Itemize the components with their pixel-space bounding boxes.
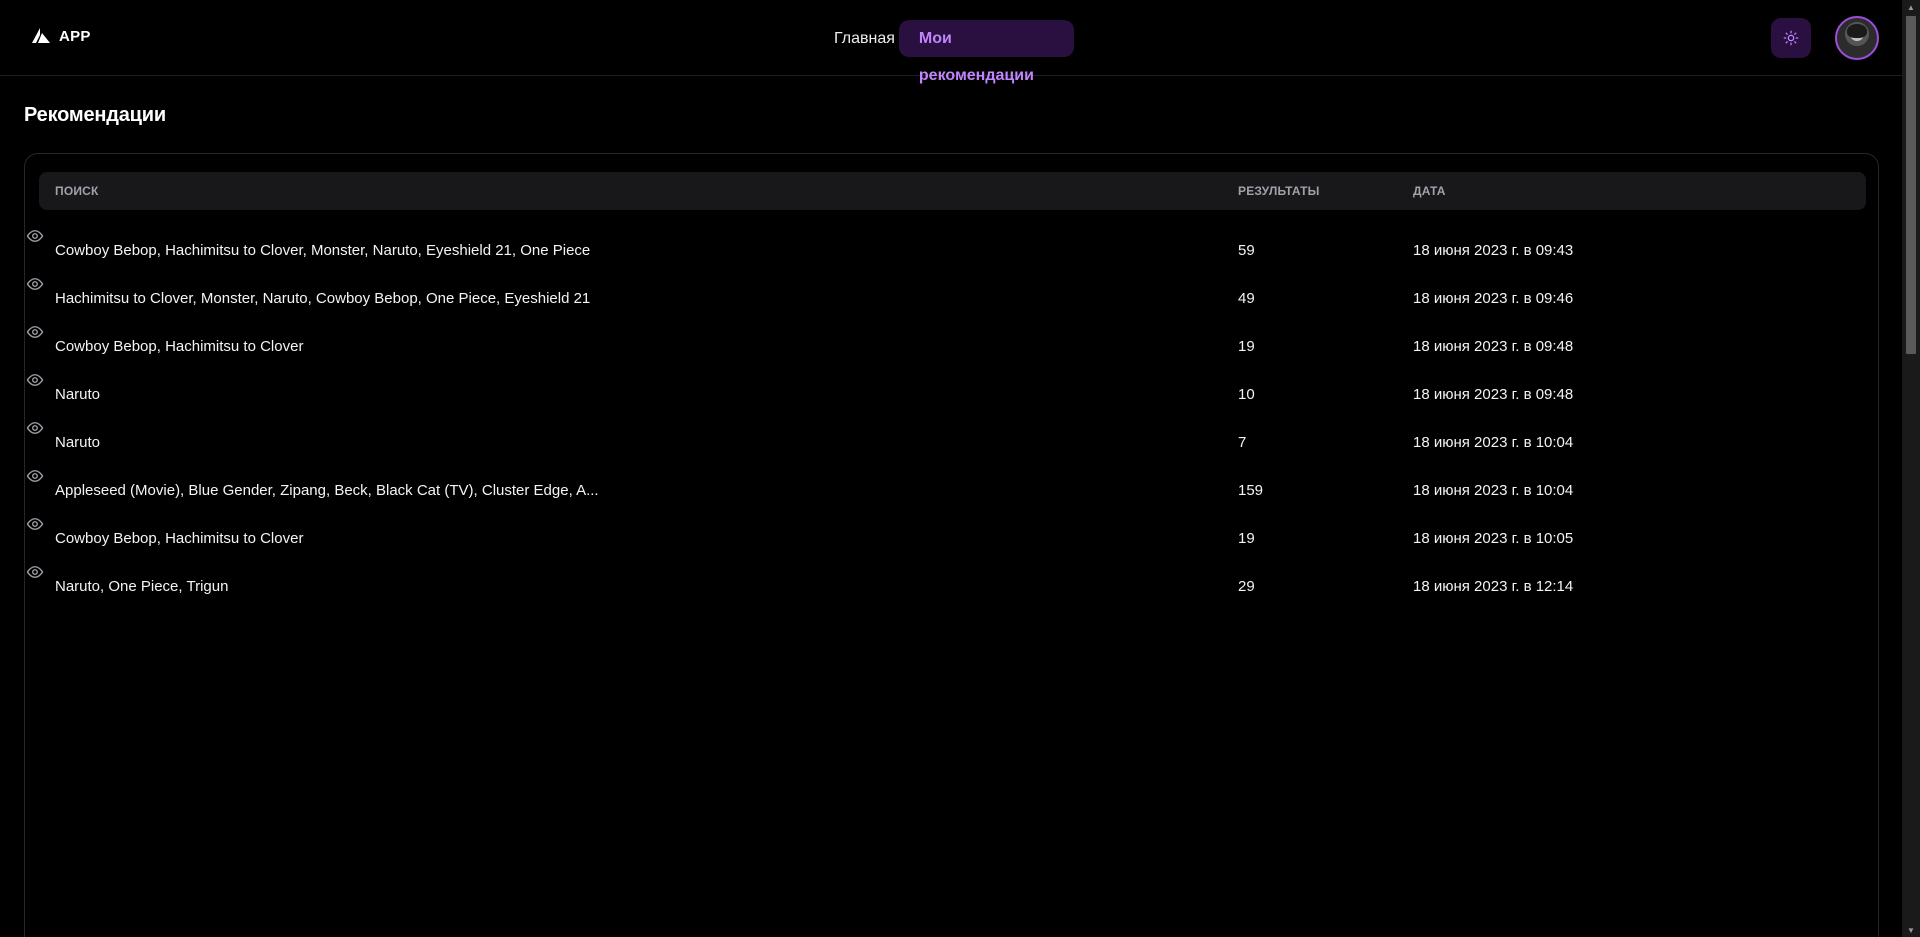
search-cell: Appleseed (Movie), Blue Gender, Zipang, …: [55, 482, 599, 499]
eye-icon[interactable]: [25, 467, 45, 485]
date-cell: 18 июня 2023 г. в 09:48: [1413, 338, 1574, 355]
table-row: Cowboy Bebop, Hachimitsu to Clover 19 18…: [25, 515, 1878, 563]
table-body: Cowboy Bebop, Hachimitsu to Clover, Mons…: [25, 227, 1878, 611]
column-header-search: ПОИСК: [55, 184, 99, 198]
eye-icon[interactable]: [25, 419, 45, 437]
search-cell: Cowboy Bebop, Hachimitsu to Clover, Mons…: [55, 242, 591, 259]
brand-name: APP: [59, 27, 91, 45]
search-cell: Hachimitsu to Clover, Monster, Naruto, C…: [55, 290, 591, 307]
date-cell: 18 июня 2023 г. в 10:05: [1413, 530, 1574, 547]
eye-icon[interactable]: [25, 227, 45, 245]
eye-icon[interactable]: [25, 323, 45, 341]
table-header: ПОИСК РЕЗУЛЬТАТЫ ДАТА: [39, 172, 1866, 210]
eye-icon[interactable]: [25, 563, 45, 581]
results-cell: 29: [1238, 578, 1255, 595]
search-cell: Cowboy Bebop, Hachimitsu to Clover: [55, 530, 304, 547]
eye-icon[interactable]: [25, 515, 45, 533]
table-row: Naruto 10 18 июня 2023 г. в 09:48: [25, 371, 1878, 419]
search-cell: Naruto: [55, 434, 101, 451]
results-cell: 7: [1238, 434, 1247, 451]
scroll-up-arrow-icon[interactable]: ▲: [1902, 0, 1920, 14]
date-cell: 18 июня 2023 г. в 09:48: [1413, 386, 1574, 403]
table-row: Cowboy Bebop, Hachimitsu to Clover 19 18…: [25, 323, 1878, 371]
search-cell: Cowboy Bebop, Hachimitsu to Clover: [55, 338, 304, 355]
search-cell: Naruto: [55, 386, 101, 403]
column-header-results: РЕЗУЛЬТАТЫ: [1238, 184, 1320, 198]
page-title: Рекомендации: [24, 104, 166, 126]
brand-link[interactable]: APP: [31, 26, 91, 46]
table-row: Cowboy Bebop, Hachimitsu to Clover, Mons…: [25, 227, 1878, 275]
results-cell: 19: [1238, 338, 1255, 355]
results-cell: 19: [1238, 530, 1255, 547]
nav-my-recommendations[interactable]: Мои рекомендации: [898, 20, 1074, 84]
date-cell: 18 июня 2023 г. в 12:14: [1413, 578, 1574, 595]
page-scrollbar[interactable]: ▲ ▼: [1902, 0, 1920, 937]
user-avatar[interactable]: [1835, 16, 1879, 60]
navbar: APP Главная Мои рекомендации: [0, 0, 1902, 84]
recommendations-table: ПОИСК РЕЗУЛЬТАТЫ ДАТА Cowboy Bebop, Hach…: [24, 153, 1879, 937]
results-cell: 159: [1238, 482, 1264, 499]
search-cell: Naruto, One Piece, Trigun: [55, 578, 229, 595]
table-row: Appleseed (Movie), Blue Gender, Zipang, …: [25, 467, 1878, 515]
date-cell: 18 июня 2023 г. в 10:04: [1413, 434, 1574, 451]
main-nav: Главная Мои рекомендации: [830, 20, 1074, 84]
logo-icon: [32, 28, 50, 43]
scrollbar-thumb[interactable]: [1906, 16, 1916, 354]
column-header-date: ДАТА: [1413, 184, 1446, 198]
date-cell: 18 июня 2023 г. в 09:46: [1413, 290, 1574, 307]
eye-icon[interactable]: [25, 275, 45, 293]
date-cell: 18 июня 2023 г. в 09:43: [1413, 242, 1574, 259]
table-row: Hachimitsu to Clover, Monster, Naruto, C…: [25, 275, 1878, 323]
results-cell: 10: [1238, 386, 1255, 403]
eye-icon[interactable]: [25, 371, 45, 389]
results-cell: 59: [1238, 242, 1255, 259]
table-row: Naruto 7 18 июня 2023 г. в 10:04: [25, 419, 1878, 467]
sun-icon: [1783, 30, 1799, 46]
table-row: Naruto, One Piece, Trigun 29 18 июня 202…: [25, 563, 1878, 611]
date-cell: 18 июня 2023 г. в 10:04: [1413, 482, 1574, 499]
scroll-down-arrow-icon[interactable]: ▼: [1902, 923, 1920, 937]
theme-toggle-button[interactable]: [1771, 18, 1811, 58]
nav-home[interactable]: Главная: [830, 20, 899, 57]
results-cell: 49: [1238, 290, 1255, 307]
